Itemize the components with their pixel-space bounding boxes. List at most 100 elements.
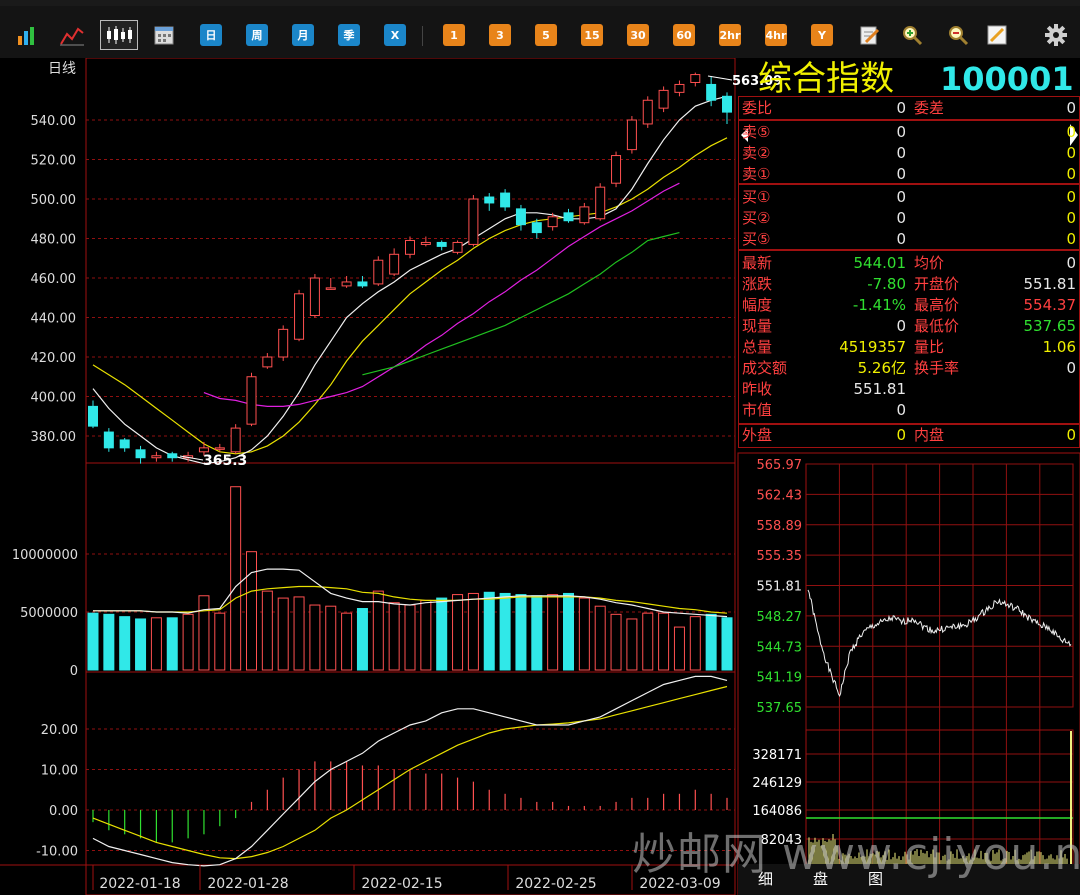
intraday-ytick: 548.27 [757, 610, 803, 625]
volume-bar [356, 608, 368, 671]
minute-button-60[interactable]: 60 [671, 20, 697, 50]
candle-body [246, 376, 257, 425]
bid-price: 0 [896, 230, 906, 248]
period-button-1[interactable]: 周 [244, 20, 270, 50]
weibi-value: 0 [896, 99, 906, 117]
gear-icon[interactable] [1042, 20, 1070, 50]
minute-button-3[interactable]: 3 [487, 20, 513, 50]
minute-button-5[interactable]: 5 [533, 20, 559, 50]
intraday-ytick: 551.81 [757, 580, 803, 595]
volume-bar [325, 605, 337, 671]
stat-label: 昨收 [742, 380, 773, 398]
candle-body [436, 241, 447, 247]
volume-bar [594, 605, 606, 671]
candle-body [515, 208, 526, 226]
stat-value: 0 [896, 317, 906, 335]
candle-body [278, 328, 289, 358]
stat-label-2: 量比 [914, 338, 945, 356]
period-button-3-label: 季 [338, 24, 360, 46]
macd-ytick: 20.00 [41, 723, 78, 738]
candle-body [642, 99, 653, 125]
volume-bar [388, 602, 400, 671]
period-button-4[interactable]: X [382, 20, 408, 50]
period-button-0[interactable]: 日 [198, 20, 224, 50]
stat-label: 现量 [742, 317, 773, 335]
minute-button-5-label: 5 [535, 24, 557, 46]
calendar-icon[interactable] [150, 20, 178, 50]
volume-ytick: 10000000 [12, 548, 78, 563]
zoom-out-icon-glyph [949, 26, 969, 46]
volume-bar [499, 592, 511, 671]
stat-value: -1.41% [852, 296, 906, 314]
period-button-1-label: 周 [246, 24, 268, 46]
volume-bar [135, 618, 147, 671]
candle-body [262, 356, 273, 368]
stat-label-2: 最低价 [914, 317, 960, 335]
watermark: 炒邮网 www.cjiyou.net [632, 829, 1080, 880]
minute-button-15[interactable]: 15 [579, 20, 605, 50]
minute-button-1[interactable]: 1 [441, 20, 467, 50]
candle-body [357, 281, 368, 287]
minute-button-Y[interactable]: Y [809, 20, 835, 50]
zoom-out-icon[interactable] [944, 20, 972, 50]
candle-body [595, 186, 606, 220]
volume-bar [214, 612, 226, 671]
candle-body [500, 192, 511, 208]
macd-ytick: 0.00 [49, 804, 78, 819]
kline-ytick: 440.00 [31, 312, 77, 327]
volume-bar [547, 594, 559, 671]
bar-chart-icon[interactable] [14, 20, 40, 50]
waipan-label: 外盘 [742, 426, 773, 444]
xaxis-date-label: 2022-01-28 [207, 876, 288, 892]
ask-row: 卖① 0 0 [738, 164, 1080, 185]
minute-button-30[interactable]: 30 [625, 20, 651, 50]
bid-row: 买⑤ 0 0 [738, 229, 1080, 250]
candle-body [547, 216, 558, 228]
candle-body [531, 222, 542, 234]
period-button-2[interactable]: 月 [290, 20, 316, 50]
bid-label: 买② [742, 209, 771, 227]
ask-volume: 0 [1066, 144, 1076, 162]
zoom-in-icon[interactable] [898, 20, 926, 50]
bid-volume: 0 [1066, 230, 1076, 248]
candle-body [119, 439, 130, 449]
stat-label: 涨跌 [742, 275, 773, 293]
macd-ytick: -10.00 [36, 845, 78, 860]
intraday-ytick: 555.35 [757, 549, 803, 564]
bid-label: 买⑤ [742, 230, 771, 248]
minute-button-2hr[interactable]: 2hr [717, 20, 743, 50]
volume-bar [277, 597, 289, 671]
volume-bar [261, 590, 273, 671]
kline-ytick: 500.00 [31, 193, 77, 208]
edit-icon[interactable] [855, 20, 883, 50]
weicha-value: 0 [1066, 99, 1076, 117]
kline-ma-magenta [203, 182, 680, 407]
stat-label: 最新 [742, 254, 773, 272]
candle-body [103, 431, 114, 449]
kline-ytick: 420.00 [31, 351, 77, 366]
candlestick-icon-glyph [107, 26, 132, 44]
volume-bar [198, 595, 210, 671]
period-button-4-label: X [384, 24, 406, 46]
candle-body [452, 241, 463, 253]
stat-row: 市值 0 [738, 400, 1080, 421]
volume-bar [563, 592, 574, 671]
period-button-3[interactable]: 季 [336, 20, 362, 50]
candlestick-icon[interactable] [100, 20, 138, 50]
pencil-icon[interactable] [983, 20, 1011, 50]
volume-bar [230, 486, 242, 671]
line-chart-icon[interactable] [57, 20, 87, 50]
xaxis-date-label: 2022-02-25 [515, 876, 596, 892]
intraday-ytick: 558.89 [757, 519, 803, 534]
volume-bar [578, 597, 590, 671]
stat-value: 4519357 [839, 338, 906, 356]
stat-row: 总量 4519357 量比 1.06 [738, 337, 1080, 358]
waipan-value: 0 [896, 426, 906, 444]
minute-button-4hr[interactable]: 4hr [763, 20, 789, 50]
candle-body [484, 196, 495, 204]
bid-row: 买① 0 0 [738, 187, 1080, 208]
pencil-icon-glyph [987, 25, 1007, 45]
candle-body [405, 239, 415, 255]
volume-bar [452, 594, 464, 671]
intraday-volume-ytick: 246129 [752, 776, 802, 791]
